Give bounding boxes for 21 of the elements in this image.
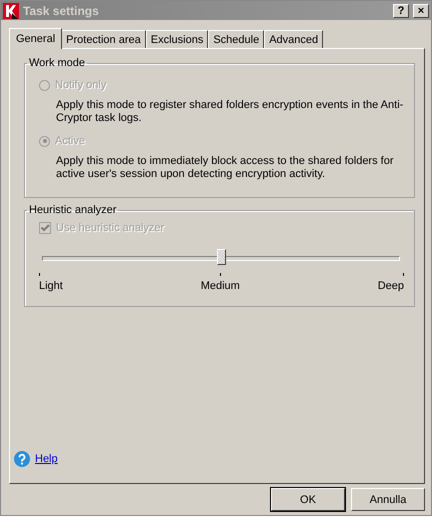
window-title: Task settings — [23, 4, 100, 18]
group-title: Work mode — [28, 57, 86, 69]
slider-label: Light — [39, 280, 63, 292]
tab[interactable]: General — [9, 28, 62, 49]
tab[interactable]: Advanced — [264, 30, 324, 48]
tab[interactable]: Schedule — [208, 30, 264, 48]
tab[interactable]: Protection area — [61, 30, 146, 48]
help-link[interactable]: Help — [35, 453, 58, 465]
ok-button[interactable]: OK — [271, 488, 345, 511]
slider-label: Deep — [378, 280, 404, 292]
option-description: Apply this mode to register shared folders encryption events in the Anti-Cryptor task logs. — [56, 99, 404, 125]
tab[interactable]: Exclusions — [146, 30, 208, 48]
help-button[interactable]: ? — [393, 4, 409, 18]
option-description: Apply this mode to immediately block access to the shared folders for active user's session upon detecting encryption activity. — [56, 155, 394, 181]
slider-label: Medium — [200, 280, 240, 292]
group-title: Heuristic analyzer — [28, 204, 118, 216]
logo-icon — [3, 2, 19, 18]
help-icon — [14, 451, 30, 467]
slider-thumb[interactable] — [217, 249, 226, 265]
cancel-button[interactable]: Annulla — [351, 488, 425, 511]
close-button[interactable]: × — [413, 4, 429, 18]
